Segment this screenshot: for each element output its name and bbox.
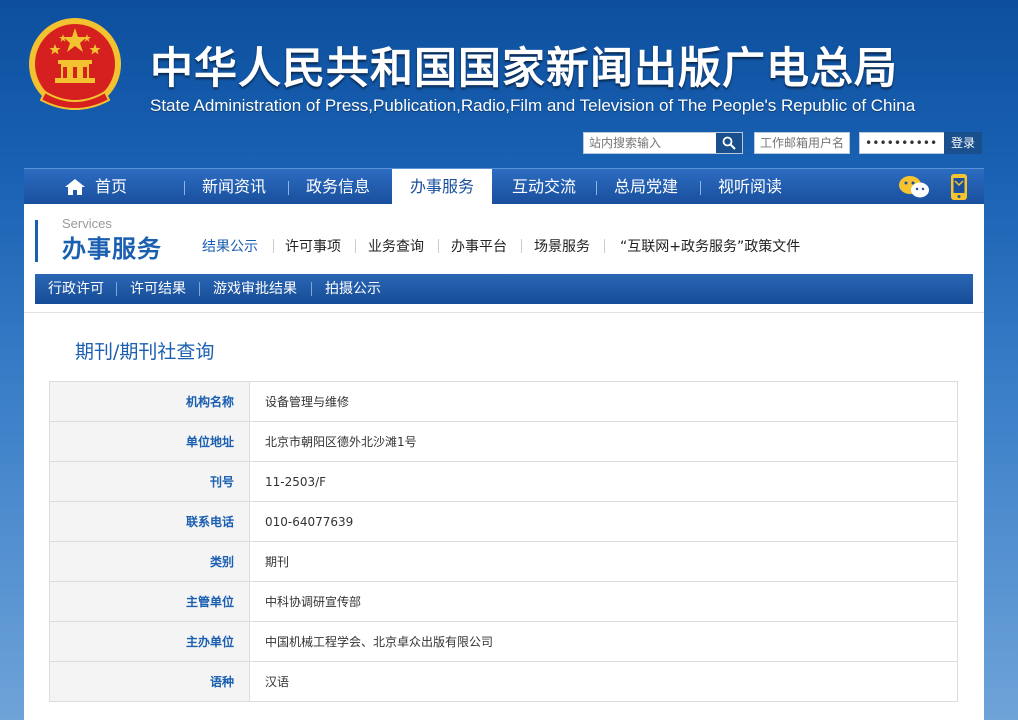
secondary-nav: 行政许可 许可结果 游戏审批结果 拍摄公示 (35, 274, 973, 304)
subtab-policy-documents[interactable]: “互联网+政务服务”政策文件 (620, 236, 800, 256)
secnav-game-approval-results[interactable]: 游戏审批结果 (213, 274, 297, 304)
secnav-administrative-license[interactable]: 行政许可 (48, 274, 104, 304)
subtab-divider (273, 239, 274, 253)
table-row: 刊号 11-2503/F (49, 461, 958, 502)
nav-divider (184, 181, 185, 195)
table-row: 主办单位 中国机械工程学会、北京卓众出版有限公司 (49, 621, 958, 662)
row-value: 中国机械工程学会、北京卓众出版有限公司 (249, 621, 958, 662)
services-subheader: Services 办事服务 结果公示 许可事项 业务查询 办事平台 场景服务 “… (24, 204, 984, 274)
nav-audiovisual-reading[interactable]: 视听阅读 (718, 169, 782, 205)
subtab-results[interactable]: 结果公示 (202, 236, 258, 256)
secnav-filming-notices[interactable]: 拍摄公示 (325, 274, 381, 304)
row-value: 汉语 (249, 661, 958, 702)
table-row: 单位地址 北京市朝阳区德外北沙滩1号 (49, 421, 958, 462)
table-row: 语种 汉语 (49, 661, 958, 702)
subtab-divider (521, 239, 522, 253)
search-icon (722, 136, 736, 150)
table-row: 类别 期刊 (49, 541, 958, 582)
secnav-divider (199, 282, 200, 296)
nav-news[interactable]: 新闻资讯 (202, 169, 266, 205)
secnav-divider (311, 282, 312, 296)
site-header: 中华人民共和国国家新闻出版广电总局 State Administration o… (0, 0, 1018, 168)
secnav-divider (116, 282, 117, 296)
nav-divider (700, 181, 701, 195)
row-value: 中科协调研宣传部 (249, 581, 958, 622)
table-row: 机构名称 设备管理与维修 (49, 381, 958, 422)
nav-party-building[interactable]: 总局党建 (614, 169, 678, 205)
nav-home[interactable]: 首页 (95, 169, 127, 205)
row-label: 类别 (49, 541, 250, 582)
periodical-info-table: 机构名称 设备管理与维修 单位地址 北京市朝阳区德外北沙滩1号 刊号 11-25… (49, 381, 958, 702)
site-title: 中华人民共和国国家新闻出版广电总局 (150, 44, 898, 94)
nav-divider (288, 181, 289, 195)
row-value: 期刊 (249, 541, 958, 582)
subtab-service-platform[interactable]: 办事平台 (451, 236, 507, 256)
search-input[interactable] (584, 133, 716, 153)
row-value: 设备管理与维修 (249, 381, 958, 422)
subtab-divider (355, 239, 356, 253)
nav-divider (596, 181, 597, 195)
table-row: 联系电话 010-64077639 (49, 501, 958, 542)
row-label: 主办单位 (49, 621, 250, 662)
main-nav: 首页 新闻资讯 政务信息 办事服务 互动交流 总局党建 视听阅读 (24, 168, 984, 205)
row-value: 11-2503/F (249, 461, 958, 502)
subtab-license-items[interactable]: 许可事项 (285, 236, 341, 256)
row-label: 联系电话 (49, 501, 250, 542)
row-value: 010-64077639 (249, 501, 958, 542)
login-button[interactable]: 登录 (944, 132, 982, 154)
subtab-business-query[interactable]: 业务查询 (368, 236, 424, 256)
row-label: 单位地址 (49, 421, 250, 462)
wechat-icon[interactable] (898, 174, 930, 200)
page-title: 期刊/期刊社查询 (75, 341, 215, 363)
subtab-divider (438, 239, 439, 253)
row-label: 主管单位 (49, 581, 250, 622)
national-emblem-icon (29, 18, 121, 110)
nav-services[interactable]: 办事服务 (392, 169, 492, 205)
row-label: 机构名称 (49, 381, 250, 422)
row-label: 刊号 (49, 461, 250, 502)
site-search (583, 132, 743, 154)
search-button[interactable] (716, 133, 742, 153)
subtab-scenario-services[interactable]: 场景服务 (534, 236, 590, 256)
subtab-divider (604, 239, 605, 253)
row-value: 北京市朝阳区德外北沙滩1号 (249, 421, 958, 462)
secnav-license-results[interactable]: 许可结果 (130, 274, 186, 304)
nav-government-info[interactable]: 政务信息 (306, 169, 370, 205)
services-panel: Services 办事服务 结果公示 许可事项 业务查询 办事平台 场景服务 “… (24, 204, 984, 720)
home-icon (65, 179, 85, 195)
table-row: 主管单位 中科协调研宣传部 (49, 581, 958, 622)
nav-interaction[interactable]: 互动交流 (512, 169, 576, 205)
content-area: 期刊/期刊社查询 机构名称 设备管理与维修 单位地址 北京市朝阳区德外北沙滩1号… (24, 312, 984, 720)
email-password-field[interactable] (859, 132, 945, 154)
mobile-app-icon[interactable] (950, 173, 968, 201)
email-username-field[interactable] (754, 132, 850, 154)
site-subtitle: State Administration of Press,Publicatio… (150, 96, 916, 115)
row-label: 语种 (49, 661, 250, 702)
services-accent-bar (35, 220, 38, 262)
services-title-zh: 办事服务 (62, 235, 162, 263)
